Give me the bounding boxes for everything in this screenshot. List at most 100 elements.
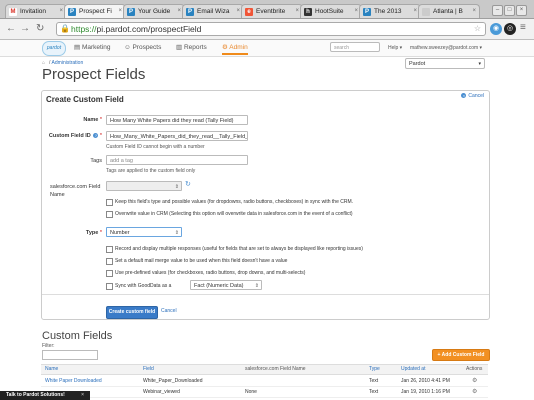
column-header-field[interactable]: Field <box>143 366 154 372</box>
refresh-icon[interactable]: ↻ <box>185 180 191 188</box>
add-custom-field-button[interactable]: + Add Custom Field <box>432 349 490 361</box>
reload-icon[interactable]: ↻ <box>36 23 44 35</box>
page-title: Prospect Fields <box>42 66 146 83</box>
pardot-icon: P <box>68 8 76 16</box>
nav-label: Reports <box>183 44 207 51</box>
panel-title: Create Custom Field <box>46 95 124 104</box>
browser-tab[interactable]: M Invitation × <box>5 4 67 18</box>
cancel-link-top[interactable]: × Cancel <box>461 93 484 99</box>
browser-tab[interactable]: h HootSuite × <box>300 4 362 18</box>
custom-field-id-label: Custom Field ID ? * <box>42 133 102 139</box>
extension-icon[interactable]: ◎ <box>504 23 516 35</box>
nav-prospects[interactable]: ☺ Prospects <box>124 43 161 53</box>
type-label-text: Type <box>85 230 99 236</box>
extension-icon[interactable]: ◉ <box>490 23 502 35</box>
browser-tab[interactable]: P Email Wiza × <box>182 4 244 18</box>
browser-tab-strip: M Invitation × P Prospect Fi × P Your Gu… <box>0 0 534 19</box>
custom-field-id-hint: Custom Field ID cannot begin with a numb… <box>106 144 205 150</box>
marketing-icon: ▤ <box>74 44 81 51</box>
custom-fields-heading: Custom Fields <box>42 330 113 342</box>
account-select[interactable]: Pardot ▾ <box>405 58 485 69</box>
gooddata-type-select[interactable]: Fact (Numeric Data) ⇕ <box>190 280 262 290</box>
minimize-icon[interactable]: – <box>492 5 503 16</box>
multi-response-checkbox[interactable] <box>106 246 113 253</box>
close-icon[interactable]: × <box>354 5 358 18</box>
chevron-down-icon: ⇕ <box>174 230 179 236</box>
help-label: Help <box>388 45 399 51</box>
column-header-type[interactable]: Type <box>369 366 380 372</box>
salesforce-field-select[interactable]: ⇕ <box>106 181 182 191</box>
browser-toolbar: ← → ↻ 🔒 https://pi.pardot.com/prospectFi… <box>0 19 534 40</box>
close-icon[interactable]: × <box>59 5 63 18</box>
browser-tab[interactable]: P Your Guide × <box>123 4 185 18</box>
nav-admin[interactable]: ⚙ Admin <box>222 43 248 55</box>
nav-label: Marketing <box>81 44 111 51</box>
bookmark-star-icon[interactable]: ☆ <box>474 23 481 35</box>
predefined-values-label: Use pre-defined values (for checkboxes, … <box>115 270 306 276</box>
nav-reports[interactable]: ▥ Reports <box>176 43 207 53</box>
default-value-checkbox[interactable] <box>106 258 113 265</box>
pardot-icon: P <box>363 8 371 16</box>
close-icon[interactable]: × <box>236 5 240 18</box>
close-window-icon[interactable]: × <box>516 5 527 16</box>
close-icon[interactable]: × <box>177 5 181 18</box>
salesforce-field-label: salesforce.com Field Name <box>50 184 101 198</box>
custom-field-id-field[interactable]: How_Many_White_Papers_did_they_read__Tal… <box>106 131 248 141</box>
required-marker: * <box>99 117 102 123</box>
keep-sync-checkbox[interactable] <box>106 199 113 206</box>
chat-label: Talk to Pardot Solutions! <box>6 392 65 398</box>
help-menu[interactable]: Help ▾ <box>388 43 402 53</box>
chevron-down-icon: ⇕ <box>174 184 179 190</box>
maximize-icon[interactable]: □ <box>504 5 515 16</box>
eventbrite-icon: e <box>245 8 253 16</box>
back-icon[interactable]: ← <box>6 23 16 35</box>
gooddata-sync-checkbox[interactable] <box>106 283 113 290</box>
column-header-updated[interactable]: Updated at <box>401 366 425 372</box>
name-field[interactable]: How Many White Papers did they read (Tal… <box>106 115 248 125</box>
page-icon <box>422 8 430 16</box>
gear-icon[interactable]: ⚙ <box>472 388 477 395</box>
close-icon[interactable]: × <box>118 5 122 18</box>
browser-tab[interactable]: Atlanta | B × <box>418 4 480 18</box>
tags-input[interactable]: add a tag <box>106 155 248 165</box>
close-icon[interactable]: × <box>81 391 84 400</box>
filter-label: Filter: <box>42 343 55 349</box>
filter-input[interactable] <box>42 350 98 360</box>
user-menu[interactable]: mathew.sweezey@pardot.com ▾ <box>410 43 482 53</box>
user-email: mathew.sweezey@pardot.com <box>410 45 479 51</box>
overwrite-checkbox[interactable] <box>106 211 113 218</box>
column-header-actions: Actions <box>466 366 483 372</box>
column-header-name[interactable]: Name <box>45 366 58 372</box>
type-select[interactable]: Number ⇕ <box>106 227 182 237</box>
address-bar[interactable]: 🔒 https://pi.pardot.com/prospectField ☆ <box>56 22 486 36</box>
predefined-values-checkbox[interactable] <box>106 270 113 277</box>
close-icon[interactable]: × <box>472 5 476 18</box>
gear-icon[interactable]: ⚙ <box>472 377 477 384</box>
cell-type: Text <box>369 389 379 395</box>
chat-bar[interactable]: Talk to Pardot Solutions! × <box>0 391 90 400</box>
forward-icon[interactable]: → <box>20 23 30 35</box>
prospects-icon: ☺ <box>124 44 131 51</box>
cell-salesforce: None <box>245 389 257 395</box>
tags-hint: Tags are applied to the custom field onl… <box>106 168 196 174</box>
help-icon[interactable]: ? <box>93 133 99 138</box>
browser-tab[interactable]: e Eventbrite × <box>241 4 303 18</box>
menu-icon[interactable]: ≡ <box>520 22 526 34</box>
nav-marketing[interactable]: ▤ Marketing <box>74 43 111 53</box>
browser-tab-active[interactable]: P Prospect Fi × <box>64 4 126 18</box>
app-nav: pardot ▤ Marketing ☺ Prospects ▥ Reports… <box>0 40 534 57</box>
close-icon[interactable]: × <box>413 5 417 18</box>
browser-tab[interactable]: P The 2013 × <box>359 4 421 18</box>
close-icon[interactable]: × <box>295 5 299 18</box>
create-custom-field-button[interactable]: Create custom field <box>106 306 158 319</box>
table-row: Webinar_viewed None Text Jan 19, 2010 1:… <box>41 386 488 398</box>
cancel-link-bottom[interactable]: Cancel <box>161 308 177 314</box>
hootsuite-icon: h <box>304 8 312 16</box>
search-input[interactable]: search <box>330 42 380 52</box>
cell-name[interactable]: White Paper Downloaded <box>45 378 102 384</box>
gooddata-sync-label: Sync with GoodData as a <box>115 283 172 289</box>
pardot-logo[interactable]: pardot <box>42 41 66 56</box>
type-select-value: Number <box>110 230 130 236</box>
overwrite-label: Overwrite value in CRM (Selecting this o… <box>115 211 353 217</box>
cell-updated: Jan 19, 2010 1:16 PM <box>401 389 450 395</box>
